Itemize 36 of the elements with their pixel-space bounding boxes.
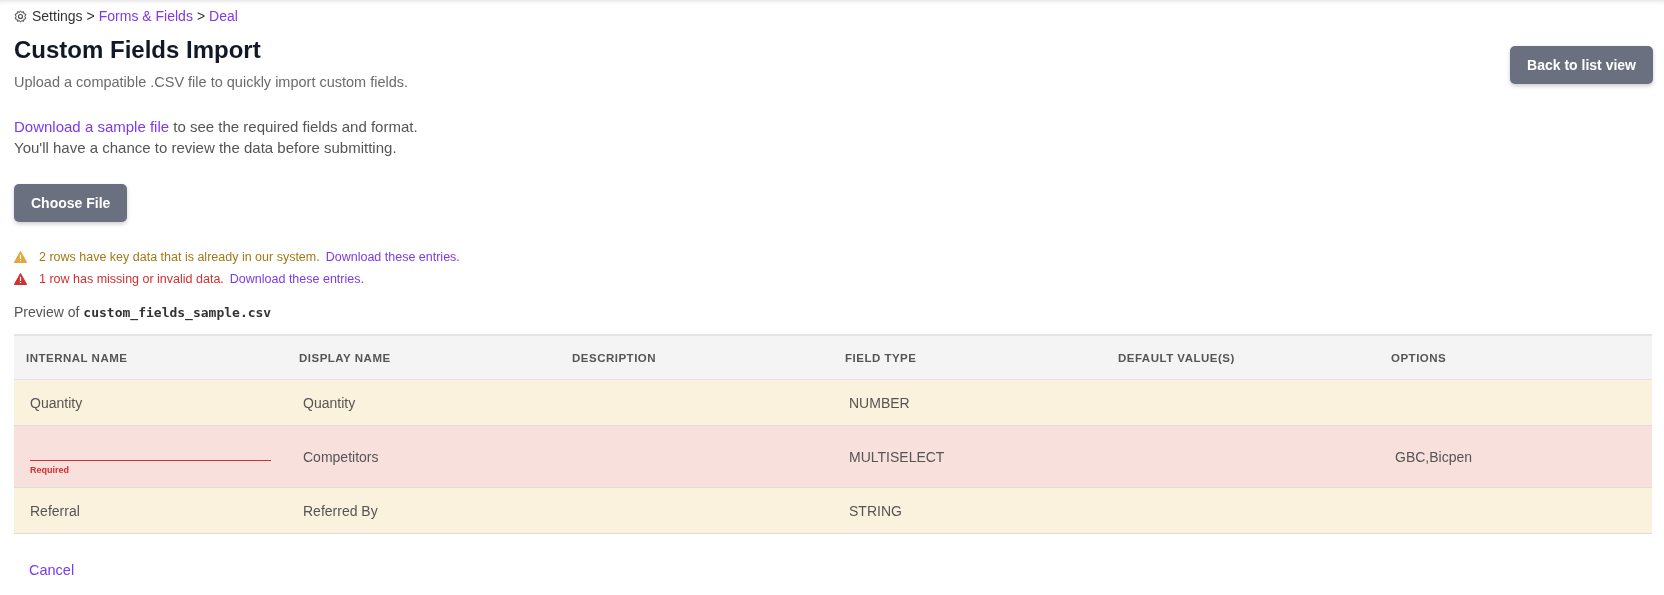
table-cell: Quantity (30, 394, 83, 411)
breadcrumb-link[interactable]: Deal (209, 8, 238, 24)
table-cell: Competitors (303, 448, 379, 465)
table-cell: Referral (30, 502, 80, 519)
preview-label: Preview of (14, 304, 80, 320)
error-message: Required (30, 465, 70, 475)
column-header: INTERNAL NAME (14, 335, 287, 380)
column-header: DESCRIPTION (560, 335, 833, 380)
table-cell: GBC,Bicpen (1395, 448, 1473, 465)
cancel-link[interactable]: Cancel (29, 562, 75, 578)
column-header: DEFAULT VALUE(S) (1106, 335, 1379, 380)
breadcrumb-item: Settings (32, 8, 83, 24)
breadcrumb-separator: > (86, 8, 95, 24)
choose-file-button[interactable]: Choose File (14, 184, 128, 222)
table-cell: Quantity (303, 394, 356, 411)
column-header: FIELD TYPE (833, 335, 1106, 380)
download-entries-link[interactable]: Download these entries. (325, 250, 460, 264)
file-name: custom_fields_sample.csv (83, 305, 272, 320)
instruction-text: Download a sample file to see the required fields and format. (14, 117, 419, 137)
table-cell: MULTISELECT (849, 448, 945, 465)
breadcrumb-separator: > (196, 8, 206, 24)
back-to-list-button[interactable]: Back to list view (1510, 46, 1653, 84)
alert-message: 2 rows have key data that is already in our system. (39, 250, 320, 264)
page-title: Custom Fields Import (14, 36, 262, 64)
column-header: DISPLAY NAME (287, 335, 560, 380)
download-entries-link[interactable]: Download these entries. (229, 272, 364, 286)
instruction-text: You'll have a chance to review the data before submitting. (14, 138, 398, 158)
breadcrumb-link[interactable]: Forms & Fields (98, 8, 193, 24)
column-header: OPTIONS (1379, 335, 1652, 380)
table-cell: STRING (849, 502, 902, 519)
download-sample-link[interactable]: Download a sample file (14, 118, 170, 135)
alert-message: 1 row has missing or invalid data. (39, 272, 224, 286)
table-cell: Referred By (303, 502, 378, 519)
table-cell: NUMBER (849, 394, 910, 411)
settings-icon (14, 9, 27, 23)
page-subtitle: Upload a compatible .CSV file to quickly import custom fields. (14, 74, 409, 90)
